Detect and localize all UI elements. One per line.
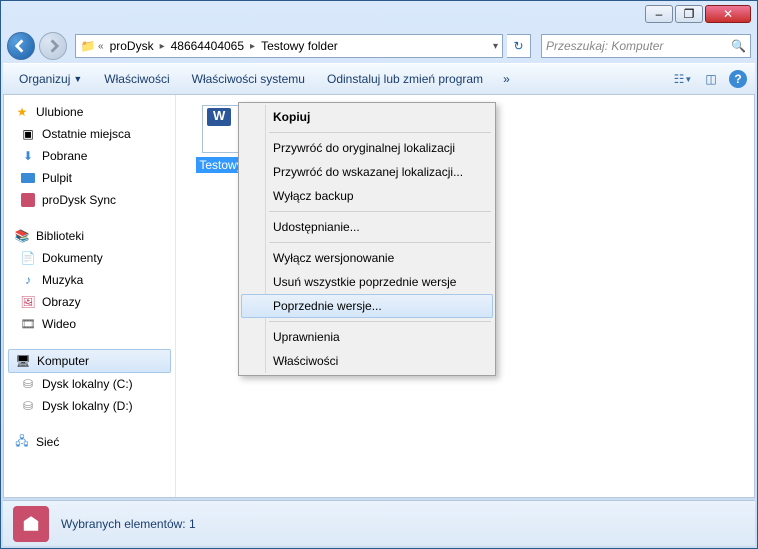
context-menu-separator [269,321,491,322]
sidebar-item-downloads[interactable]: ⬇Pobrane [4,145,175,167]
video-icon: 🎞 [20,316,36,332]
context-menu-item[interactable]: Przywróć do oryginalnej lokalizacji [241,136,493,160]
minimize-icon: – [656,7,663,21]
view-icon: ☷ [674,72,685,86]
context-menu-separator [269,132,491,133]
refresh-button[interactable]: ↻ [507,34,531,58]
star-icon: ★ [14,104,30,120]
breadcrumb-segment[interactable]: 48664404065 [167,37,248,55]
sidebar-item-desktop[interactable]: Pulpit [4,167,175,189]
music-icon: ♪ [20,272,36,288]
context-menu-separator [269,242,491,243]
maximize-icon: ❐ [684,7,695,21]
refresh-icon: ↻ [513,39,523,53]
sidebar-item-drive-c[interactable]: ⛁Dysk lokalny (C:) [4,373,175,395]
library-icon: 📚 [14,228,30,244]
sidebar-favorites[interactable]: ★Ulubione [4,101,175,123]
chevron-down-icon[interactable]: ▾ [493,41,498,52]
context-menu-item[interactable]: Usuń wszystkie poprzednie wersje [241,270,493,294]
breadcrumb-segment[interactable]: Testowy folder [257,37,342,55]
sidebar-network[interactable]: 🖧Sieć [4,431,175,453]
sidebar: ★Ulubione ▣Ostatnie miejsca ⬇Pobrane Pul… [4,95,176,497]
sidebar-item-documents[interactable]: 📄Dokumenty [4,247,175,269]
pane-icon: ◫ [705,72,716,86]
context-menu-item[interactable]: Właściwości [241,349,493,373]
sidebar-libraries[interactable]: 📚Biblioteki [4,225,175,247]
document-icon: 📄 [20,250,36,266]
arrow-left-icon [14,39,28,53]
arrow-right-icon [46,39,60,53]
drive-icon: ⛁ [20,376,36,392]
help-icon: ? [734,72,741,86]
uninstall-button[interactable]: Odinstaluj lub zmień program [319,68,491,90]
folder-icon: 📁 [80,38,96,54]
download-icon: ⬇ [20,148,36,164]
context-menu-item[interactable]: Udostępnianie... [241,215,493,239]
context-menu-item[interactable]: Kopiuj [241,105,493,129]
chevron-icon: « [98,41,104,52]
computer-icon: 🖥 [15,353,31,369]
search-input[interactable]: Przeszukaj: Komputer 🔍 [541,34,751,58]
image-icon: 🖼 [20,294,36,310]
statusbar: Wybranych elementów: 1 [3,500,755,546]
chevron-right-icon: ▸ [250,41,255,52]
status-text: Wybranych elementów: 1 [61,517,196,531]
back-button[interactable] [7,32,35,60]
context-menu: Kopiuj Przywróć do oryginalnej lokalizacj… [238,102,496,376]
context-menu-separator [269,211,491,212]
sidebar-item-pictures[interactable]: 🖼Obrazy [4,291,175,313]
desktop-icon [20,170,36,186]
sidebar-computer[interactable]: 🖥Komputer [8,349,171,373]
sidebar-item-recent[interactable]: ▣Ostatnie miejsca [4,123,175,145]
navbar: 📁 « proDysk ▸ 48664404065 ▸ Testowy fold… [1,29,757,63]
close-button[interactable]: ✕ [705,5,751,23]
breadcrumb[interactable]: 📁 « proDysk ▸ 48664404065 ▸ Testowy fold… [75,34,503,58]
preview-pane-button[interactable]: ◫ [701,69,721,89]
toolbar: Organizuj▼ Właściwości Właściwości syste… [3,63,755,95]
network-icon: 🖧 [14,434,30,450]
prodysk-icon [20,192,36,208]
minimize-button[interactable]: – [645,5,673,23]
forward-button[interactable] [39,32,67,60]
context-menu-item[interactable]: Wyłącz backup [241,184,493,208]
context-menu-item[interactable]: Przywróć do wskazanej lokalizacji... [241,160,493,184]
search-placeholder: Przeszukaj: Komputer [546,39,663,53]
more-button[interactable]: » [497,72,516,86]
breadcrumb-segment[interactable]: proDysk [106,37,158,55]
sidebar-item-videos[interactable]: 🎞Wideo [4,313,175,335]
titlebar: – ❐ ✕ [1,1,757,29]
context-menu-item[interactable]: Uprawnienia [241,325,493,349]
recent-icon: ▣ [20,126,36,142]
chevron-down-icon: ▼ [73,74,82,84]
organize-button[interactable]: Organizuj▼ [11,68,90,90]
help-button[interactable]: ? [729,70,747,88]
sidebar-item-music[interactable]: ♪Muzyka [4,269,175,291]
context-menu-item[interactable]: Poprzednie wersje... [241,294,493,318]
drive-icon: ⛁ [20,398,36,414]
status-icon [13,506,49,542]
sidebar-item-prodysk[interactable]: proDysk Sync [4,189,175,211]
properties-button[interactable]: Właściwości [96,68,177,90]
system-properties-button[interactable]: Właściwości systemu [184,68,313,90]
sidebar-item-drive-d[interactable]: ⛁Dysk lokalny (D:) [4,395,175,417]
context-menu-item[interactable]: Wyłącz wersjonowanie [241,246,493,270]
chevron-right-icon: ▸ [160,41,165,52]
maximize-button[interactable]: ❐ [675,5,703,23]
search-icon: 🔍 [731,39,746,53]
close-icon: ✕ [723,7,733,21]
view-button[interactable]: ☷▼ [673,69,693,89]
chevron-down-icon: ▼ [684,75,692,84]
